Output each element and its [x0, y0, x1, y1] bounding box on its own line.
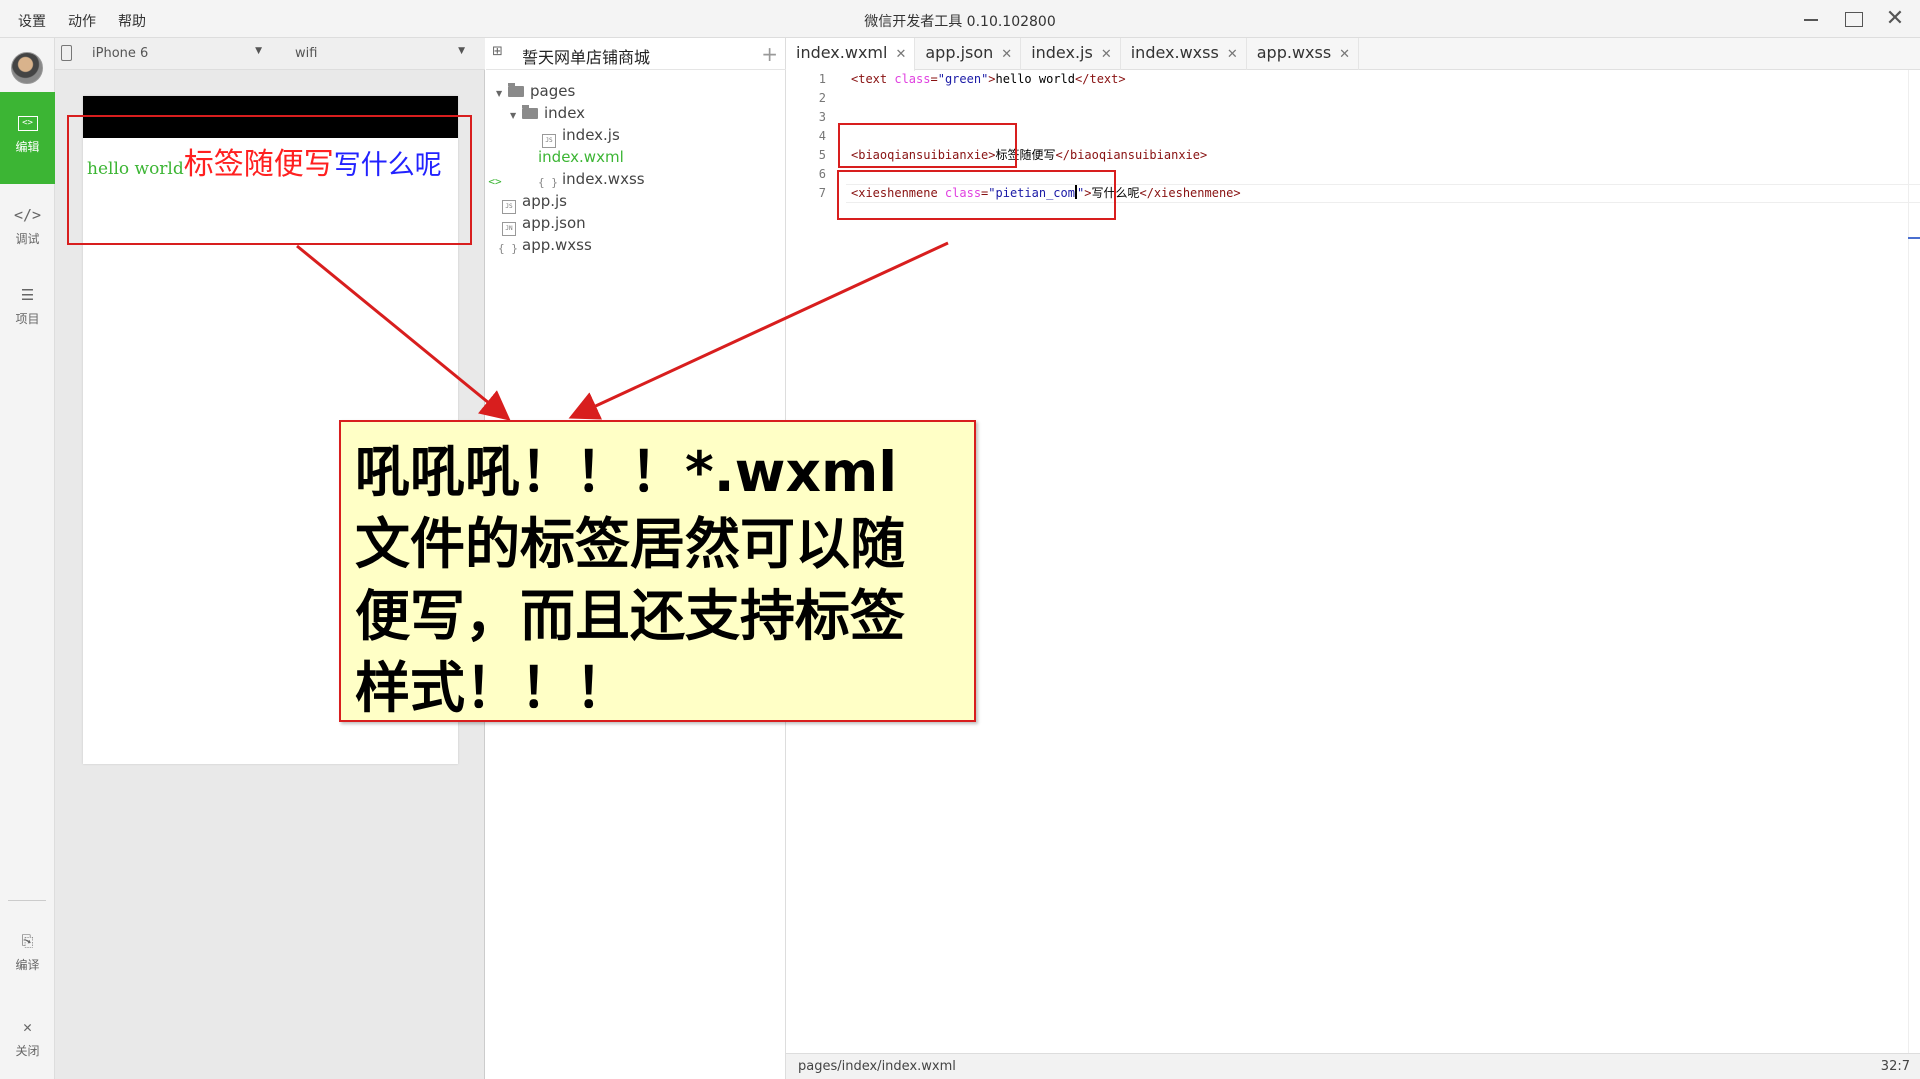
- compile-icon: ⎘: [21, 932, 34, 950]
- activity-project-label: 项目: [15, 312, 40, 326]
- activity-edit[interactable]: <> 编辑: [0, 92, 55, 184]
- tab-label: app.json: [925, 43, 994, 62]
- line-number: 3: [818, 110, 826, 124]
- activity-compile-label: 编译: [15, 958, 40, 972]
- close-tab-icon[interactable]: ✕: [1339, 47, 1350, 62]
- network-select-value: wifi: [295, 46, 318, 61]
- line-number: 1: [818, 72, 826, 86]
- tree-label: app.json: [522, 214, 586, 232]
- activity-debug[interactable]: </> 调试: [0, 184, 55, 276]
- tree-label: app.wxss: [522, 236, 592, 254]
- callout-line-1: 吼吼吼！！！*.wxml: [355, 440, 898, 504]
- vertical-scrollbar[interactable]: [1908, 70, 1920, 1053]
- tab-label: index.wxml: [796, 43, 888, 62]
- project-header: ⊞ 誓天网单店铺商城 +: [486, 38, 786, 70]
- code-line: 1 <text class="green">hello world</text>: [786, 70, 1920, 89]
- title-bar: 设置 动作 帮助 微信开发者工具 0.10.102800 ✕: [0, 0, 1920, 38]
- close-window-icon[interactable]: ✕: [1884, 8, 1906, 30]
- menu-lines-icon: ☰: [20, 286, 35, 304]
- phone-icon: [61, 45, 72, 61]
- tree-label: index.wxml: [538, 148, 624, 166]
- tree-label: index: [544, 104, 586, 122]
- activity-bar: <> 编辑 </> 调试 ☰ 项目 ⎘ 编译 ✕ 关闭: [0, 38, 55, 1079]
- line-number: 6: [818, 167, 826, 181]
- device-select[interactable]: iPhone 6 ▼: [92, 46, 262, 61]
- menu-help[interactable]: 帮助: [118, 11, 146, 31]
- folder-icon: [522, 105, 538, 119]
- simulator-toolbar: iPhone 6 ▼ wifi ▼: [55, 38, 485, 70]
- code-line: 2: [786, 89, 1920, 108]
- menu-action[interactable]: 动作: [68, 11, 96, 31]
- close-tab-icon[interactable]: ✕: [1101, 47, 1112, 62]
- window-controls: ✕: [1800, 8, 1906, 30]
- activity-debug-label: 调试: [15, 232, 40, 246]
- tree-file-app-wxss[interactable]: { } app.wxss: [486, 232, 786, 258]
- close-tab-icon[interactable]: ✕: [895, 47, 906, 62]
- close-tab-icon[interactable]: ✕: [1227, 47, 1238, 62]
- wechat-devtools-window: 设置 动作 帮助 微信开发者工具 0.10.102800 ✕ <> 编辑 </>…: [0, 0, 1920, 1079]
- callout-line-3: 便写，而且还支持标签: [355, 584, 906, 648]
- annotation-box-preview: [67, 115, 472, 245]
- project-tree-icon: ⊞: [492, 44, 503, 59]
- minimize-icon[interactable]: [1800, 8, 1822, 30]
- tree-label: index.wxss: [562, 170, 645, 188]
- debug-icon: </>: [13, 206, 42, 224]
- line-number: 4: [818, 129, 826, 143]
- tab-app-wxss[interactable]: app.wxss ✕: [1247, 38, 1360, 70]
- device-select-value: iPhone 6: [92, 46, 149, 61]
- menu-settings[interactable]: 设置: [18, 11, 46, 31]
- line-number: 2: [818, 91, 826, 105]
- file-path: pages/index/index.wxml: [798, 1059, 956, 1074]
- tree-label: app.js: [522, 192, 567, 210]
- line-number: 5: [818, 148, 826, 162]
- activity-edit-label: 编辑: [15, 140, 40, 154]
- style-file-icon: { }: [498, 242, 518, 255]
- annotation-callout: 吼吼吼！！！*.wxml 文件的标签居然可以随 便写，而且还支持标签 样式！！！: [339, 420, 976, 722]
- callout-line-4: 样式！！！: [355, 656, 631, 720]
- maximize-icon[interactable]: [1842, 8, 1864, 30]
- scroll-marker: [1908, 237, 1920, 239]
- line-content: <text class="green">hello world</text>: [851, 72, 1126, 86]
- editor-tabs: index.wxml ✕ app.json ✕ index.js ✕ index.wx…: [786, 38, 1920, 71]
- activity-close-label: 关闭: [15, 1044, 40, 1058]
- annotation-box-tag2: [837, 170, 1116, 220]
- window-title: 微信开发者工具 0.10.102800: [864, 14, 1056, 30]
- cursor-position: 32:7: [1880, 1059, 1910, 1074]
- chevron-down-icon: ▼: [458, 46, 465, 56]
- add-icon[interactable]: +: [761, 42, 778, 66]
- project-name: 誓天网单店铺商城: [522, 48, 651, 67]
- activity-project[interactable]: ☰ 项目: [0, 264, 55, 356]
- tab-app-json[interactable]: app.json ✕: [915, 38, 1022, 70]
- tab-label: index.js: [1031, 43, 1093, 62]
- activity-compile[interactable]: ⎘ 编译: [0, 910, 55, 1002]
- code-icon: <>: [17, 116, 38, 131]
- annotation-box-tag1: [838, 123, 1017, 168]
- close-icon: ✕: [22, 1018, 33, 1036]
- status-bar: pages/index/index.wxml 32:7: [786, 1053, 1920, 1079]
- tree-label: pages: [530, 82, 576, 100]
- menu-bar: 设置 动作 帮助: [18, 11, 146, 31]
- callout-line-2: 文件的标签居然可以随: [355, 512, 906, 576]
- tree-label: index.js: [562, 126, 620, 144]
- tab-label: app.wxss: [1256, 43, 1332, 62]
- tab-index-wxss[interactable]: index.wxss ✕: [1121, 38, 1247, 70]
- tab-index-js[interactable]: index.js ✕: [1021, 38, 1121, 70]
- activity-close[interactable]: ✕ 关闭: [0, 996, 55, 1079]
- close-tab-icon[interactable]: ✕: [1001, 47, 1012, 62]
- avatar[interactable]: [11, 52, 43, 84]
- tab-index-wxml[interactable]: index.wxml ✕: [786, 38, 916, 71]
- divider: [8, 900, 46, 901]
- folder-icon: [508, 83, 524, 97]
- network-select[interactable]: wifi ▼: [295, 46, 465, 61]
- line-number: 7: [818, 186, 826, 200]
- tab-label: index.wxss: [1130, 43, 1219, 62]
- chevron-down-icon: ▼: [255, 46, 262, 56]
